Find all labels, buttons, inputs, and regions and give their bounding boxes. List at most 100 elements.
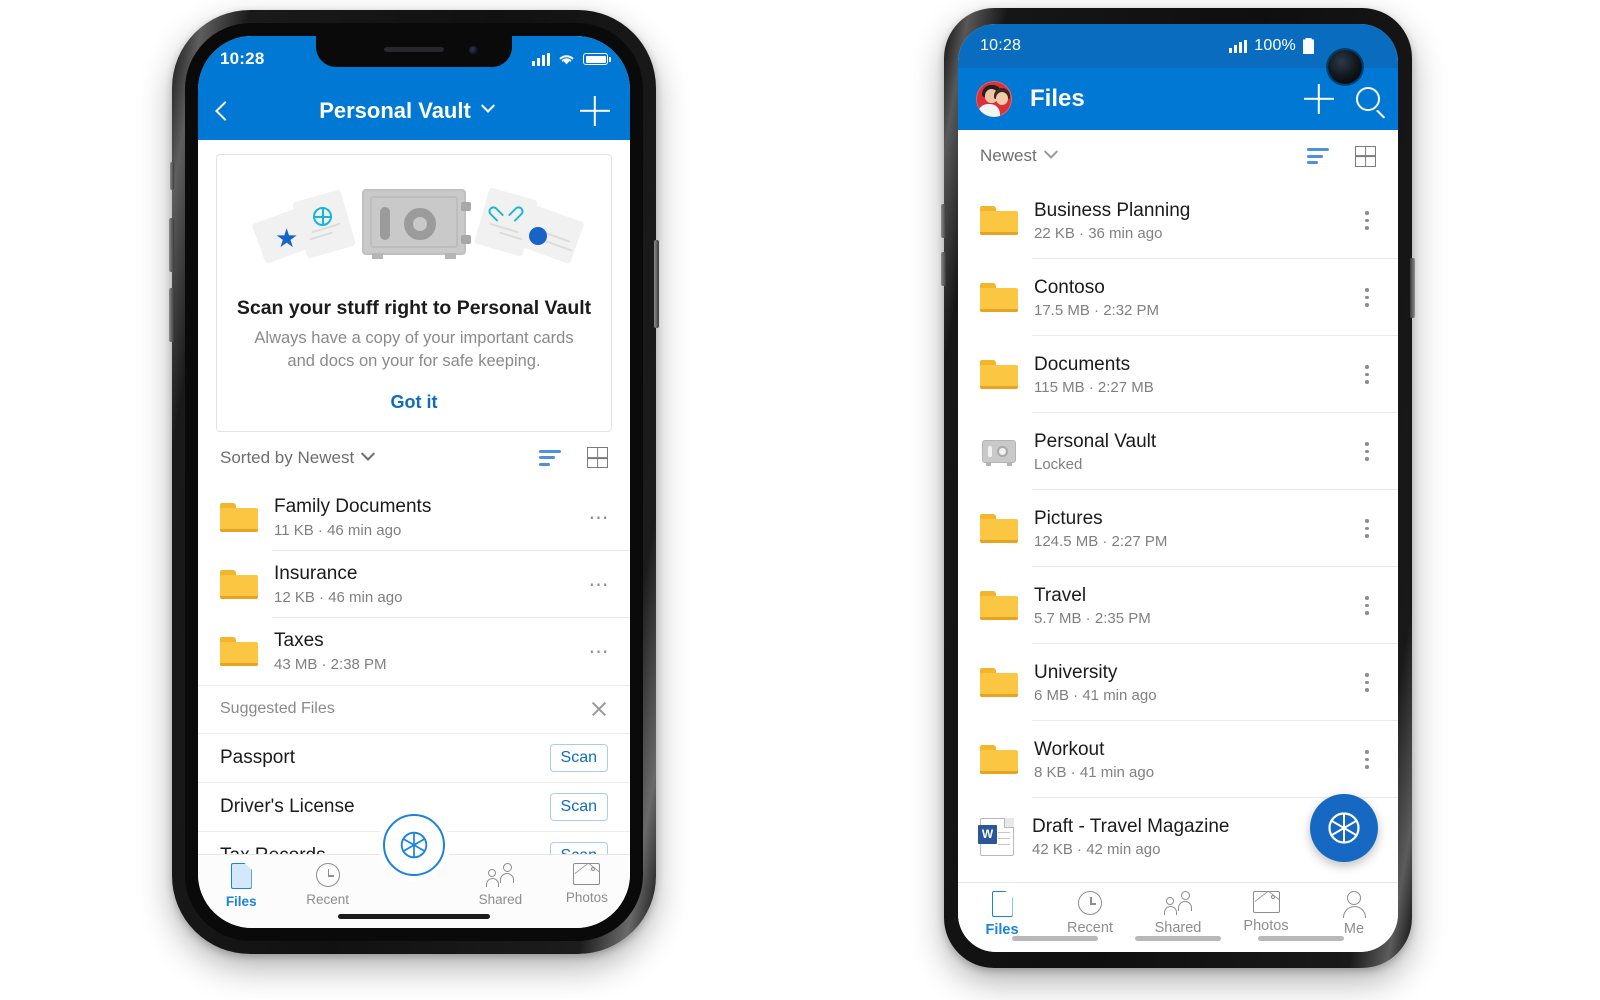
search-icon[interactable] [1356, 87, 1380, 111]
table-row[interactable]: Family Documents 11 KB · 46 min ago ⋯ [198, 484, 630, 551]
more-horizontal-icon[interactable]: ⋯ [588, 505, 610, 530]
tab-label: Recent [306, 892, 349, 907]
close-icon[interactable] [590, 700, 608, 718]
folder-icon [980, 206, 1018, 235]
title-chevron-down-icon[interactable] [480, 98, 495, 120]
file-name: Documents [1034, 353, 1131, 375]
status-indicators: 100% [1229, 37, 1314, 55]
power-button[interactable] [1410, 258, 1415, 318]
page-title: Files [1030, 85, 1085, 112]
dot-icon [529, 227, 547, 245]
tab-photos[interactable]: Photos [544, 863, 630, 905]
suggested-files-header: Suggested Files [198, 684, 630, 733]
file-meta: 11 KB · 46 min ago [274, 522, 402, 540]
file-name: University [1034, 661, 1118, 683]
iphone-screen: 10:28 Personal Vault ★ Scan your stuff r… [198, 36, 630, 928]
table-row[interactable]: Travel 5.7 MB · 2:35 PM [958, 567, 1398, 644]
document-icon [230, 863, 252, 889]
more-vertical-icon[interactable] [1356, 442, 1378, 461]
more-horizontal-icon[interactable]: ⋯ [588, 572, 610, 597]
more-horizontal-icon[interactable]: ⋯ [588, 639, 610, 664]
more-vertical-icon[interactable] [1356, 365, 1378, 384]
table-row[interactable]: Insurance 12 KB · 46 min ago ⋯ [198, 551, 630, 618]
table-row[interactable]: Contoso 17.5 MB · 2:32 PM [958, 259, 1398, 336]
tab-shared[interactable]: Shared [457, 863, 543, 907]
power-button[interactable] [654, 240, 659, 328]
list-item[interactable]: Passport Scan [198, 732, 630, 782]
table-row[interactable]: Business Planning 22 KB · 36 min ago [958, 182, 1398, 259]
back-chevron-icon[interactable] [215, 101, 235, 121]
ios-app-bar: Personal Vault [198, 82, 630, 140]
file-meta: 17.5 MB · 2:32 PM [1034, 302, 1160, 320]
table-row[interactable]: Taxes 43 MB · 2:38 PM ⋯ [198, 618, 630, 685]
scan-button[interactable]: Scan [549, 743, 608, 772]
heart-icon [497, 207, 515, 223]
volume-down-button[interactable] [941, 252, 946, 286]
folder-icon [220, 502, 258, 532]
more-vertical-icon[interactable] [1356, 673, 1378, 692]
avatar[interactable] [976, 81, 1012, 117]
table-row[interactable]: Documents 115 MB · 2:27 MB [958, 336, 1398, 413]
file-meta: 5.7 MB · 2:35 PM [1034, 610, 1151, 628]
personal-vault-promo-card: ★ Scan your stuff right to Personal Vaul… [216, 154, 612, 432]
table-row[interactable]: Personal Vault Locked [958, 413, 1398, 490]
volume-up-button[interactable] [169, 218, 174, 272]
table-row[interactable]: Workout 8 KB · 41 min ago [958, 721, 1398, 798]
photo-icon [573, 863, 601, 885]
sort-list-icon[interactable] [539, 449, 561, 466]
sort-chevron-down-icon[interactable] [1043, 144, 1058, 166]
silent-switch[interactable] [170, 162, 174, 190]
more-vertical-icon[interactable] [1356, 519, 1378, 538]
promo-illustration: ★ [235, 177, 593, 281]
grid-view-icon[interactable] [1355, 145, 1376, 167]
grid-view-icon[interactable] [587, 447, 608, 469]
front-camera-icon [469, 46, 478, 55]
scan-button[interactable]: Scan [549, 792, 608, 821]
file-meta: 42 KB · 42 min ago [1032, 841, 1161, 859]
sort-list-icon[interactable] [1307, 148, 1329, 164]
android-gesture-bar [958, 930, 1398, 946]
sort-label[interactable]: Sorted by Newest [220, 448, 354, 468]
folder-icon [980, 745, 1018, 774]
add-button-plus-icon[interactable] [1304, 84, 1334, 114]
volume-down-button[interactable] [169, 288, 174, 342]
scan-button[interactable] [383, 814, 445, 876]
more-vertical-icon[interactable] [1356, 288, 1378, 307]
file-name: Workout [1034, 738, 1105, 760]
wifi-icon [559, 55, 574, 65]
more-vertical-icon[interactable] [1356, 211, 1378, 230]
screenshot-stage: 10:28 Personal Vault ★ Scan your stuff r… [0, 0, 1600, 1000]
tab-recent[interactable]: Recent [284, 863, 370, 907]
tab-files[interactable]: Files [198, 863, 284, 909]
android-sort-row: Newest [958, 130, 1398, 182]
person-icon [1342, 891, 1366, 918]
file-name: Draft - Travel Magazine [1032, 815, 1230, 837]
page-title: Personal Vault [319, 98, 471, 123]
battery-icon [583, 53, 611, 65]
folder-icon [980, 514, 1018, 543]
more-vertical-icon[interactable] [1356, 750, 1378, 769]
camera-aperture-icon [1328, 812, 1360, 844]
promo-title: Scan your stuff right to Personal Vault [236, 297, 592, 319]
volume-up-button[interactable] [941, 204, 946, 238]
table-row[interactable]: Pictures 124.5 MB · 2:27 PM [958, 490, 1398, 567]
file-name: Contoso [1034, 276, 1105, 298]
tab-photos[interactable]: Photos [1222, 891, 1310, 934]
cellular-signal-icon [1229, 39, 1248, 53]
sort-label[interactable]: Newest [980, 146, 1037, 166]
scan-fab-button[interactable] [1310, 794, 1378, 862]
clock-icon [315, 863, 340, 887]
add-button-plus-icon[interactable] [580, 96, 610, 126]
cellular-signal-icon [532, 52, 550, 66]
folder-icon [980, 668, 1018, 697]
battery-icon [1303, 38, 1314, 54]
sort-chevron-down-icon[interactable] [361, 446, 376, 468]
file-meta: 22 KB · 36 min ago [1034, 225, 1163, 243]
iphone-device-frame: 10:28 Personal Vault ★ Scan your stuff r… [169, 10, 659, 954]
table-row[interactable]: University 6 MB · 41 min ago [958, 644, 1398, 721]
file-meta: 8 KB · 41 min ago [1034, 764, 1155, 782]
file-meta: 43 MB · 2:38 PM [274, 656, 387, 674]
more-vertical-icon[interactable] [1356, 596, 1378, 615]
got-it-button[interactable]: Got it [235, 392, 593, 413]
file-meta: 115 MB · 2:27 MB [1034, 379, 1154, 397]
